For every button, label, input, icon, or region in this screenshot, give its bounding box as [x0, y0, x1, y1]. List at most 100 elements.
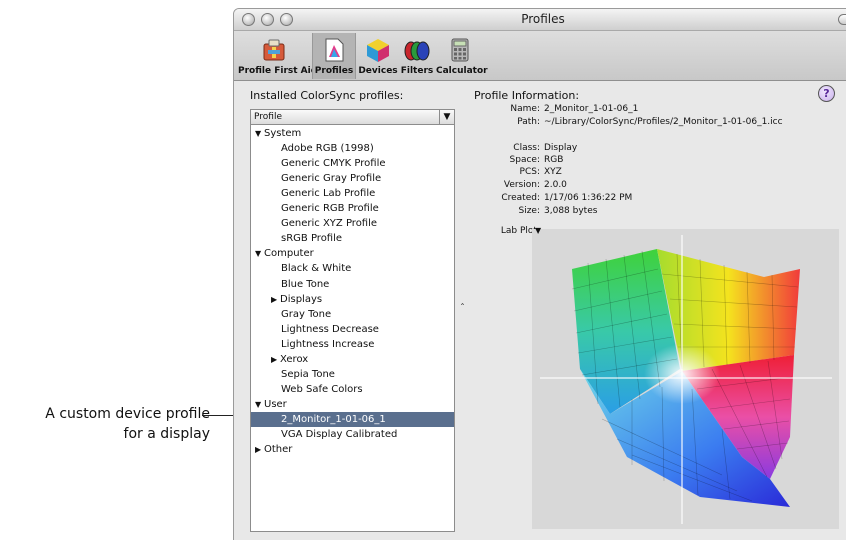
disclosure-open-icon[interactable]: ▼ — [255, 397, 264, 412]
title-bar: Profiles — [234, 9, 846, 31]
profile-list-header-label: Profile — [254, 112, 282, 122]
profile-list-header[interactable]: Profile ▼ — [251, 110, 454, 125]
list-item-label: Gray Tone — [281, 308, 332, 320]
list-item-label: sRGB Profile — [281, 233, 343, 245]
list-item-label: Adobe RGB (1998) — [281, 143, 374, 155]
list-item[interactable]: Generic XYZ Profile — [251, 216, 454, 231]
splitter-handle[interactable]: ˆ — [460, 303, 465, 314]
calculator-icon — [451, 38, 469, 62]
list-item[interactable]: Lightness Increase — [251, 337, 454, 352]
list-item[interactable]: sRGB Profile — [251, 231, 454, 246]
list-item[interactable]: Lightness Decrease — [251, 322, 454, 337]
lab-plot-menu-icon[interactable]: ▼ — [535, 226, 541, 235]
profiles-window: Profiles Profile First Aid Profiles Devi… — [233, 8, 846, 540]
info-path-value: ~/Library/ColorSync/Profiles/2_Monitor_1… — [544, 117, 783, 127]
info-size-key: Size: — [518, 206, 540, 216]
sort-dropdown-icon[interactable]: ▼ — [439, 110, 454, 124]
toolbar-profiles[interactable]: Profiles — [312, 33, 356, 79]
info-created-value: 1/17/06 1:36:22 PM — [544, 193, 633, 203]
list-item[interactable]: Web Safe Colors — [251, 382, 454, 397]
list-item-label: Displays — [280, 293, 323, 305]
list-item[interactable]: 2_Monitor_1-01-06_1 — [251, 411, 454, 427]
list-item[interactable]: Gray Tone — [251, 307, 454, 322]
toolbar-devices-label: Devices — [358, 66, 398, 76]
info-space-value: RGB — [544, 155, 564, 165]
toolbar-filters[interactable]: Filters — [400, 33, 434, 79]
list-group[interactable]: ▶ Xerox — [251, 352, 454, 367]
list-item-label: Sepia Tone — [281, 368, 335, 380]
toolbar-first-aid[interactable]: Profile First Aid — [238, 33, 318, 79]
info-class-key: Class: — [513, 143, 540, 153]
list-item-label: Web Safe Colors — [281, 383, 363, 395]
disclosure-closed-icon[interactable]: ▶ — [255, 442, 264, 457]
info-pcs-value: XYZ — [544, 167, 562, 177]
disclosure-open-icon[interactable]: ▼ — [255, 126, 264, 141]
info-name-key: Name: — [510, 104, 540, 114]
profile-list[interactable]: Profile ▼ ▼ System Adobe RGB (1998) Generic… — [250, 109, 455, 532]
list-item-label: Generic Lab Profile — [281, 188, 376, 200]
info-space-key: Space: — [509, 155, 540, 165]
callout-line-1: A custom device profile — [45, 406, 210, 422]
list-item[interactable]: Blue Tone — [251, 277, 454, 292]
info-created-key: Created: — [501, 193, 540, 203]
disclosure-closed-icon[interactable]: ▶ — [271, 352, 280, 367]
help-button[interactable]: ? — [818, 85, 835, 102]
toolbar-toggle-button[interactable] — [838, 14, 846, 25]
info-name-value: 2_Monitor_1-01-06_1 — [544, 104, 639, 114]
list-item-label: Lightness Decrease — [281, 323, 379, 335]
info-path-key: Path: — [517, 117, 540, 127]
list-group[interactable]: ▶ Other — [251, 442, 454, 457]
list-item-label: VGA Display Calibrated — [281, 429, 398, 440]
info-version-value: 2.0.0 — [544, 180, 567, 190]
toolbar-calculator-label: Calculator — [436, 66, 488, 76]
list-item-label: Black & White — [281, 263, 352, 275]
list-item-label: Generic Gray Profile — [281, 173, 382, 185]
lab-plot-gamut — [540, 235, 832, 524]
list-item-label: User — [264, 398, 287, 410]
callout-annotation: A custom device profile for a display — [0, 404, 210, 444]
list-item[interactable]: Generic Lab Profile — [251, 186, 454, 201]
list-item[interactable]: Generic CMYK Profile — [251, 156, 454, 171]
lab-plot-label: Lab Plot: — [500, 226, 540, 236]
list-item[interactable]: VGA Display Calibrated — [251, 427, 454, 442]
list-group[interactable]: ▶ Displays — [251, 292, 454, 307]
toolbar-calculator[interactable]: Calculator — [436, 33, 488, 79]
toolbar-filters-label: Filters — [400, 66, 434, 76]
list-item[interactable]: Generic Gray Profile — [251, 171, 454, 186]
profile-info-title: Profile Information: — [474, 89, 580, 102]
toolbar-devices[interactable]: Devices — [358, 33, 398, 79]
callout-line-2: for a display — [123, 426, 210, 442]
list-group[interactable]: ▼ System — [251, 126, 454, 141]
toolbar-profiles-label: Profiles — [314, 66, 354, 76]
list-group[interactable]: ▼ Computer — [251, 246, 454, 261]
list-item-label: System — [264, 128, 302, 139]
filters-icon — [404, 41, 430, 61]
lab-plot[interactable] — [532, 229, 839, 529]
list-item-label: Xerox — [280, 353, 309, 365]
toolbar-first-aid-label: Profile First Aid — [238, 66, 318, 76]
list-group[interactable]: ▼ User — [251, 397, 454, 412]
list-item[interactable]: Black & White — [251, 261, 454, 276]
list-item-label: Blue Tone — [281, 278, 330, 290]
first-aid-icon — [263, 39, 285, 61]
info-class-value: Display — [544, 143, 578, 153]
list-item-label: 2_Monitor_1-01-06_1 — [281, 413, 386, 425]
window-title: Profiles — [521, 12, 565, 26]
list-item-label: Generic RGB Profile — [281, 203, 379, 215]
list-item[interactable]: Adobe RGB (1998) — [251, 141, 454, 156]
list-item[interactable]: Sepia Tone — [251, 367, 454, 382]
info-pcs-key: PCS: — [519, 167, 540, 177]
list-item-label: Generic CMYK Profile — [281, 158, 386, 170]
info-size-value: 3,088 bytes — [544, 206, 598, 216]
installed-profiles-title: Installed ColorSync profiles: — [250, 89, 404, 102]
list-item-label: Computer — [264, 248, 314, 260]
toolbar: Profile First Aid Profiles Devices Filte… — [234, 31, 846, 81]
list-item[interactable]: Generic RGB Profile — [251, 201, 454, 216]
list-item-label: Generic XYZ Profile — [281, 218, 378, 230]
disclosure-open-icon[interactable]: ▼ — [255, 246, 264, 261]
list-item-label: Lightness Increase — [281, 338, 375, 350]
disclosure-closed-icon[interactable]: ▶ — [271, 292, 280, 307]
info-version-key: Version: — [503, 180, 540, 190]
profiles-icon — [325, 38, 344, 62]
devices-icon — [367, 39, 389, 62]
